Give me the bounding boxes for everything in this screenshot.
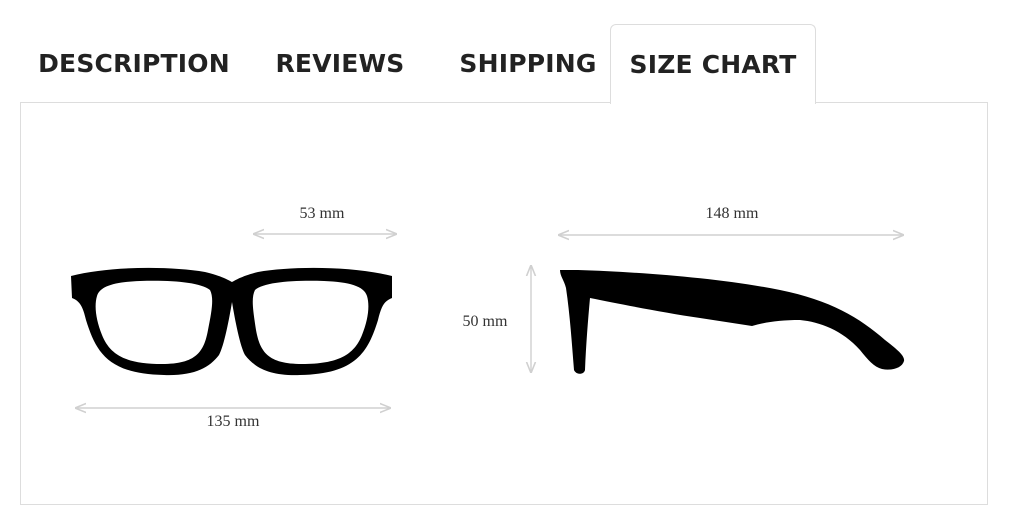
glasses-front-view — [71, 267, 392, 376]
frame-width-label: 135 mm — [207, 413, 260, 430]
temple-length-label: 148 mm — [706, 205, 759, 222]
glasses-temple — [560, 270, 905, 374]
size-chart-diagram: 53 mm 135 mm 50 mm 148 mm — [71, 205, 1024, 430]
glasses-front-frame — [71, 267, 392, 376]
lens-height-label: 50 mm — [463, 313, 508, 330]
glasses-side-view — [560, 270, 905, 374]
lens-width-label: 53 mm — [300, 205, 345, 222]
